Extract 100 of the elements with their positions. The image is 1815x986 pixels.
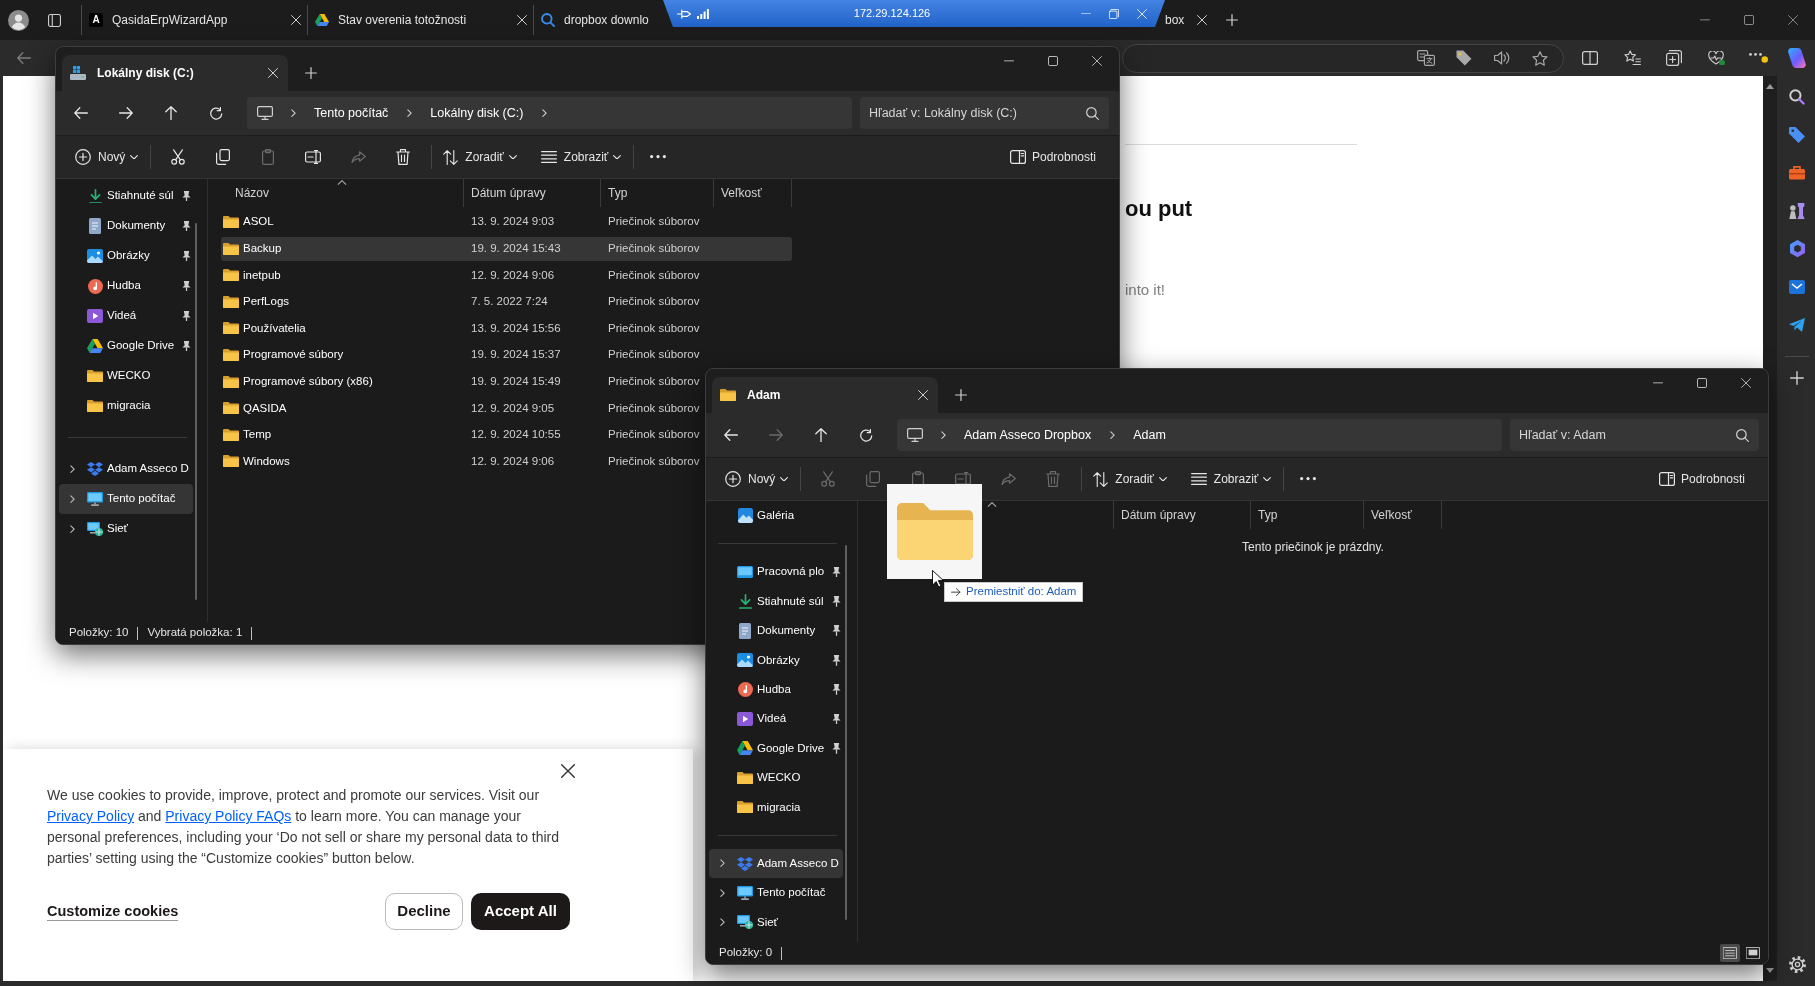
maximize-icon[interactable] [1697,378,1707,388]
chevron-icon[interactable] [69,494,75,504]
new-button[interactable]: Nový [68,141,145,173]
sort-button[interactable]: Zoradiť [436,141,523,173]
chevron-icon[interactable] [719,918,725,927]
policy-link[interactable]: Privacy Policy FAQs [165,808,292,824]
tag-icon[interactable] [1456,50,1472,66]
split-screen-icon[interactable] [1582,51,1598,65]
nav-item[interactable]: Adam Asseco D [59,454,193,484]
plus-icon[interactable] [305,67,317,79]
pin-icon[interactable] [832,684,841,696]
chevron-icon[interactable] [406,108,412,118]
nav-item[interactable]: Google Drive [59,331,193,361]
sort-button[interactable]: Zoradiť [1086,463,1173,495]
search-field[interactable]: Hľadať v: Adam [1510,419,1759,451]
nav-item[interactable]: Google Drive [709,733,843,764]
search-input[interactable]: Hľadať v: Lokálny disk (C:) [869,103,1080,123]
chevron-icon[interactable] [719,859,725,868]
favorites-icon[interactable] [1623,50,1641,66]
star-icon[interactable] [1532,50,1548,66]
maximize-icon[interactable] [1744,15,1754,25]
file-row[interactable]: ASOL 13. 9. 2024 9:03 Priečinok súborov [221,210,700,234]
nav-item[interactable]: migracia [709,792,843,822]
breadcrumb[interactable]: Adam [1123,425,1176,445]
breadcrumb[interactable]: Lokálny disk (C:) [420,103,534,123]
scroll-down-icon[interactable] [1766,968,1774,973]
nav-item[interactable]: Videá [59,301,193,331]
details-button[interactable]: Podrobnosti [1002,141,1105,173]
nav-item[interactable]: Galéria [709,501,843,531]
breadcrumb[interactable]: Adam Asseco Dropbox [954,425,1102,445]
nav-item[interactable]: Stiahnuté súl [59,181,193,211]
file-row[interactable]: Backup 19. 9. 2024 15:43 Priečinok súborov [221,236,792,261]
details-view-button[interactable] [1720,944,1740,962]
view-button[interactable]: Zobraziť [1183,463,1278,495]
customize-cookies-button[interactable]: Customize cookies [47,901,179,922]
close-icon[interactable] [561,764,575,778]
column-header[interactable]: Typ [601,179,714,207]
speaker-icon[interactable] [1494,51,1510,65]
pin-icon[interactable] [832,566,841,578]
up-icon[interactable] [165,106,177,120]
browser-tab[interactable]: A QasidaErpWizardApp [81,5,307,35]
translate-icon[interactable] [1417,50,1435,66]
nav-item[interactable]: WECKO [59,361,193,391]
nav-item[interactable]: Hudba [709,674,843,705]
window-tab[interactable]: Adam [712,377,938,413]
window-tab[interactable]: Lokálny disk (C:) [62,55,288,91]
nav-item[interactable]: Pracovná plo [709,557,843,587]
search-field[interactable]: Hľadať v: Lokálny disk (C:) [860,97,1109,129]
file-row[interactable]: Programové súbory (x86) 19. 9. 2024 15:49 Priečinok súborov [221,369,700,394]
pin-icon[interactable] [182,340,191,352]
pin-icon[interactable] [182,310,191,322]
breadcrumb[interactable]: Tento počítač [304,103,399,123]
nav-item[interactable]: migracia [59,391,193,421]
address-bar[interactable]: Tento počítač Lokálny disk (C:) [247,97,852,129]
nav-item[interactable]: Videá [709,704,843,734]
plus-icon[interactable] [1790,371,1804,385]
pin-icon[interactable] [832,654,841,666]
app-logo-icon[interactable] [1788,48,1806,68]
refresh-icon[interactable] [209,106,223,120]
pin-icon[interactable] [182,190,191,202]
file-row[interactable]: Temp 12. 9. 2024 10:55 Priečinok súborov [221,422,700,447]
swirl-logo-icon[interactable] [1789,240,1805,258]
decline-button[interactable]: Decline [385,893,463,930]
pin-icon[interactable] [832,625,841,637]
chevron-icon[interactable] [541,108,547,118]
search-input[interactable]: Hľadať v: Adam [1519,425,1730,445]
column-header[interactable]: Veľkosť [714,179,792,207]
more-icon[interactable] [1300,477,1317,481]
address-bar[interactable]: Adam Asseco Dropbox Adam [897,419,1502,451]
column-header[interactable]: Veľkosť [1364,501,1442,529]
heart-icon[interactable] [1707,50,1725,66]
tag-icon[interactable] [1789,127,1805,143]
settings-icon[interactable] [1788,956,1806,973]
pin-icon[interactable] [832,713,841,725]
address-field[interactable] [1122,43,1564,73]
nav-item[interactable]: Obrázky [709,645,843,675]
column-header[interactable]: Názov [221,179,464,207]
pin-icon[interactable] [832,596,841,607]
file-row[interactable]: inetpub 12. 9. 2024 9:06 Priečinok súborov [221,263,700,288]
new-button[interactable]: Nový [718,463,795,495]
search-icon[interactable] [1789,89,1805,105]
refresh-icon[interactable] [859,428,873,442]
file-row[interactable]: Používatelia 13. 9. 2024 15:56 Priečinok súborov [221,316,700,341]
chess-icon[interactable] [1789,202,1805,220]
browser-tab[interactable]: Stav overenia totožnosti [307,5,533,35]
file-row[interactable]: Programové súbory 19. 9. 2024 15:37 Priečinok súborov [221,342,700,367]
details-button[interactable]: Podrobnosti [1651,463,1754,495]
pin-icon[interactable] [677,8,691,19]
tiles-view-button[interactable] [1743,944,1763,962]
column-header[interactable]: Dátum úpravy [1114,501,1251,529]
plus-icon[interactable] [1226,14,1238,26]
chevron-icon[interactable] [940,430,946,440]
maximize-icon[interactable] [1048,56,1058,66]
browser-tab[interactable]: dropbox downlo [533,5,663,35]
pin-icon[interactable] [832,743,841,754]
chevron-icon[interactable] [1109,430,1115,440]
plus-icon[interactable] [955,389,967,401]
nav-item[interactable]: Tento počítač [59,484,193,514]
toolbox-icon[interactable] [1789,166,1805,180]
more-icon[interactable] [650,155,667,159]
